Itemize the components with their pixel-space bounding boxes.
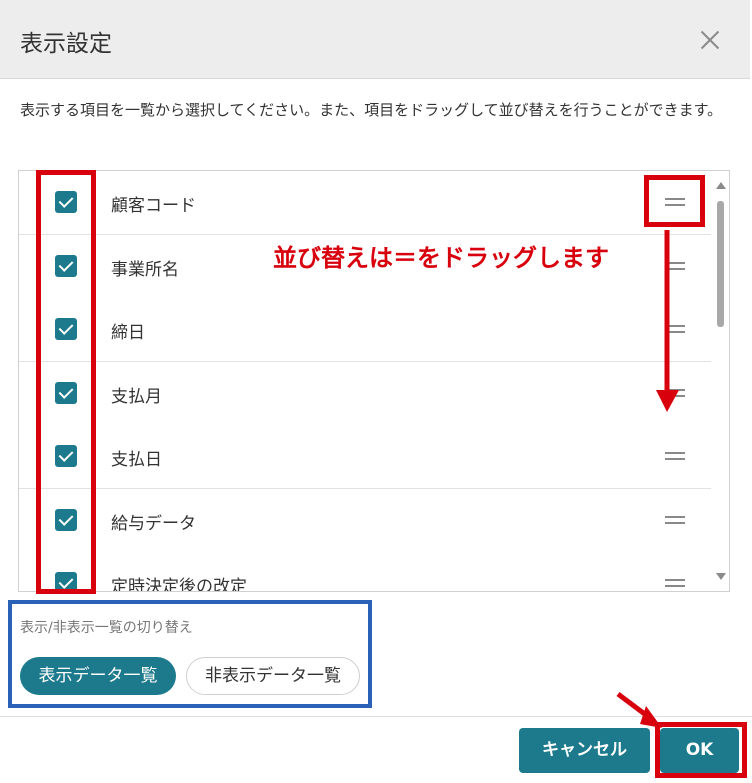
item-label: 事業所名 xyxy=(111,260,179,280)
display-settings-dialog: 表示設定 表示する項目を一覧から選択してください。また、項目をドラッグして並び替… xyxy=(0,0,752,782)
cancel-button[interactable]: キャンセル xyxy=(519,728,650,773)
drag-handle-icon[interactable] xyxy=(665,389,687,397)
scroll-thumb[interactable] xyxy=(717,201,724,327)
list-item[interactable]: 顧客コード xyxy=(19,171,711,235)
list-item[interactable]: 定時決定後の改定 xyxy=(19,552,711,592)
dialog-description: 表示する項目を一覧から選択してください。また、項目をドラッグして並び替えを行うこ… xyxy=(20,101,723,119)
drag-handle-icon[interactable] xyxy=(665,516,687,524)
item-label: 定時決定後の改定 xyxy=(111,577,247,592)
drag-handle-icon[interactable] xyxy=(665,579,687,587)
item-label: 支払日 xyxy=(111,450,162,470)
scroll-up-icon[interactable] xyxy=(716,182,726,189)
scroll-down-icon[interactable] xyxy=(716,573,726,580)
item-label: 締日 xyxy=(111,323,145,343)
annotation-toggle-highlight xyxy=(8,600,372,708)
annotation-ok-highlight xyxy=(655,722,747,778)
drag-handle-icon[interactable] xyxy=(665,262,687,270)
drag-handle-icon[interactable] xyxy=(665,325,687,333)
list-item[interactable]: 締日 xyxy=(19,298,711,362)
dialog-title: 表示設定 xyxy=(20,31,112,57)
item-label: 顧客コード xyxy=(111,196,196,216)
annotation-handle-highlight xyxy=(644,175,705,227)
list-item[interactable]: 支払日 xyxy=(19,425,711,489)
scrollbar[interactable] xyxy=(712,171,729,591)
drag-handle-icon[interactable] xyxy=(665,452,687,460)
ok-arrow-shaft xyxy=(616,692,652,720)
annotation-checkbox-highlight xyxy=(36,170,96,594)
close-icon[interactable] xyxy=(696,26,724,54)
dialog-header: 表示設定 xyxy=(0,0,750,79)
item-label: 給与データ xyxy=(111,514,196,534)
list-item[interactable]: 支払月 xyxy=(19,362,711,426)
item-label: 支払月 xyxy=(111,387,162,407)
column-list: 顧客コード 事業所名 締日 支払月 支払日 給与データ 定時決定後の改定 xyxy=(18,170,730,592)
annotation-text: 並び替えは＝をドラッグします xyxy=(273,244,610,273)
list-item[interactable]: 給与データ xyxy=(19,489,711,553)
